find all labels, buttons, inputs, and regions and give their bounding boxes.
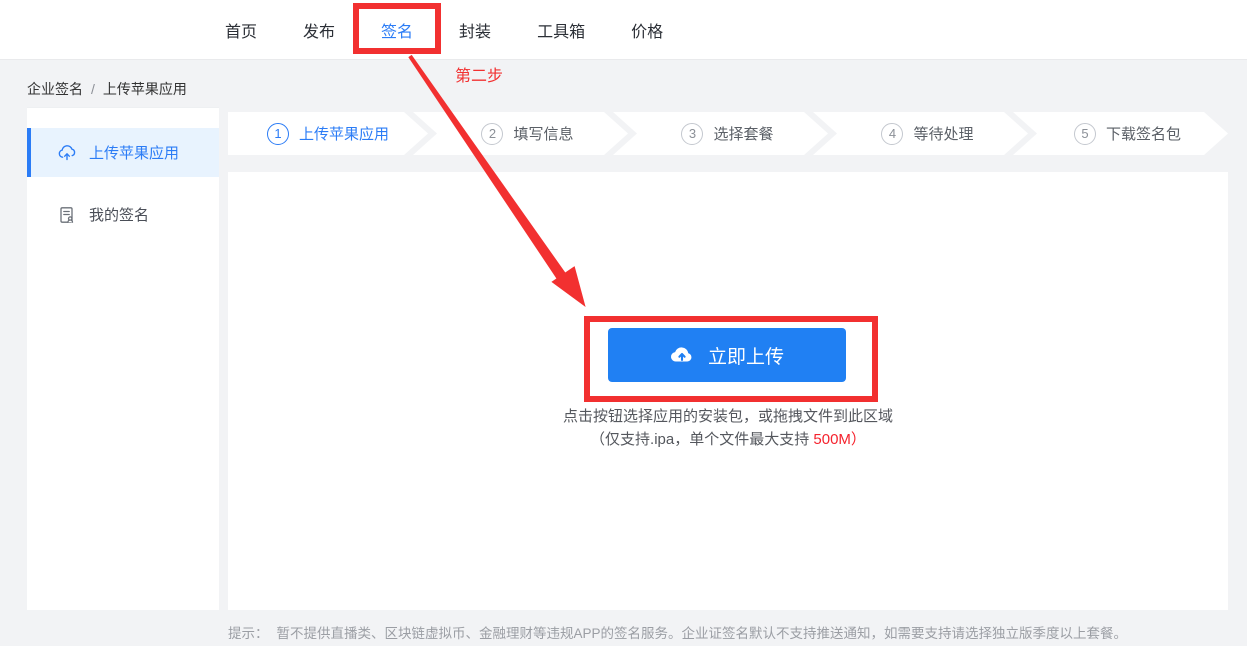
sidebar: 上传苹果应用 我的签名 xyxy=(27,107,219,610)
upload-hint-line2: （仅支持.ipa，单个文件最大支持 500M） xyxy=(228,428,1228,449)
step-1-label: 上传苹果应用 xyxy=(298,126,389,143)
upload-hint-line2-prefix: （仅支持.ipa，单个文件最大支持 xyxy=(590,431,814,448)
step-1-number: 1 xyxy=(267,123,289,145)
step-3-choose-plan: 3 选择套餐 xyxy=(613,112,828,155)
steps-bar: 1 上传苹果应用 2 填写信息 3 选择套餐 4 等待处理 5 下载签名包 xyxy=(228,112,1228,155)
sidebar-item-my-signatures[interactable]: 我的签名 xyxy=(27,190,219,239)
step-5-number: 5 xyxy=(1074,123,1096,145)
nav-item-sign-label: 签名 xyxy=(381,24,414,41)
footer-tip: 提示： 暂不提供直播类、区块链虚拟币、金融理财等违规APP的签名服务。企业证签名默… xyxy=(228,622,1238,642)
upload-dropzone[interactable]: 立即上传 点击按钮选择应用的安装包，或拖拽文件到此区域 （仅支持.ipa，单个文… xyxy=(228,172,1228,610)
cloud-upload-filled-icon xyxy=(670,347,692,362)
sidebar-item-label: 我的签名 xyxy=(89,207,150,224)
step-4-number: 4 xyxy=(881,123,903,145)
annotation-step2-label: 第二步 xyxy=(455,68,504,85)
step-2-number: 2 xyxy=(481,123,503,145)
cloud-upload-icon xyxy=(57,143,77,163)
step-3-label: 选择套餐 xyxy=(713,126,774,143)
upload-hint-line1: 点击按钮选择应用的安装包，或拖拽文件到此区域 xyxy=(562,408,893,425)
step-3-number: 3 xyxy=(681,123,703,145)
nav-item-home[interactable]: 首页 xyxy=(225,18,257,42)
nav-item-price[interactable]: 价格 xyxy=(631,18,663,42)
footer-tip-label: 提示： xyxy=(228,626,269,641)
upload-now-button-label: 立即上传 xyxy=(707,346,784,368)
breadcrumb-upload-app: 上传苹果应用 xyxy=(102,81,187,97)
breadcrumb: 企业签名 / 上传苹果应用 xyxy=(27,79,187,99)
main-nav: 首页 发布 签名 封装 工具箱 价格 xyxy=(225,0,663,60)
step-5-label: 下载签名包 xyxy=(1105,126,1181,143)
step-4-label: 等待处理 xyxy=(913,126,974,143)
step-1-upload-app: 1 上传苹果应用 xyxy=(228,112,428,155)
step-4-wait-process: 4 等待处理 xyxy=(813,112,1028,155)
nav-item-package[interactable]: 封装 xyxy=(459,18,491,42)
sidebar-item-label: 上传苹果应用 xyxy=(89,145,180,162)
upload-size-limit: 500M） xyxy=(813,431,866,448)
signature-doc-icon xyxy=(57,205,77,225)
step-2-label: 填写信息 xyxy=(513,126,574,143)
nav-item-toolbox[interactable]: 工具箱 xyxy=(537,18,585,42)
top-header: 首页 发布 签名 封装 工具箱 价格 xyxy=(0,0,1247,60)
step-5-download-package: 5 下载签名包 xyxy=(1013,112,1228,155)
step-2-fill-info: 2 填写信息 xyxy=(413,112,628,155)
footer-tip-text: 暂不提供直播类、区块链虚拟币、金融理财等违规APP的签名服务。企业证签名默认不支… xyxy=(276,626,1128,641)
active-tab-underline xyxy=(373,48,422,51)
breadcrumb-separator: / xyxy=(91,81,95,97)
breadcrumb-enterprise-sign[interactable]: 企业签名 xyxy=(27,79,83,99)
sidebar-item-upload-apple-app[interactable]: 上传苹果应用 xyxy=(27,128,219,177)
nav-item-sign[interactable]: 签名 xyxy=(353,3,442,54)
nav-item-publish[interactable]: 发布 xyxy=(303,18,335,42)
upload-now-button[interactable]: 立即上传 xyxy=(608,328,846,382)
